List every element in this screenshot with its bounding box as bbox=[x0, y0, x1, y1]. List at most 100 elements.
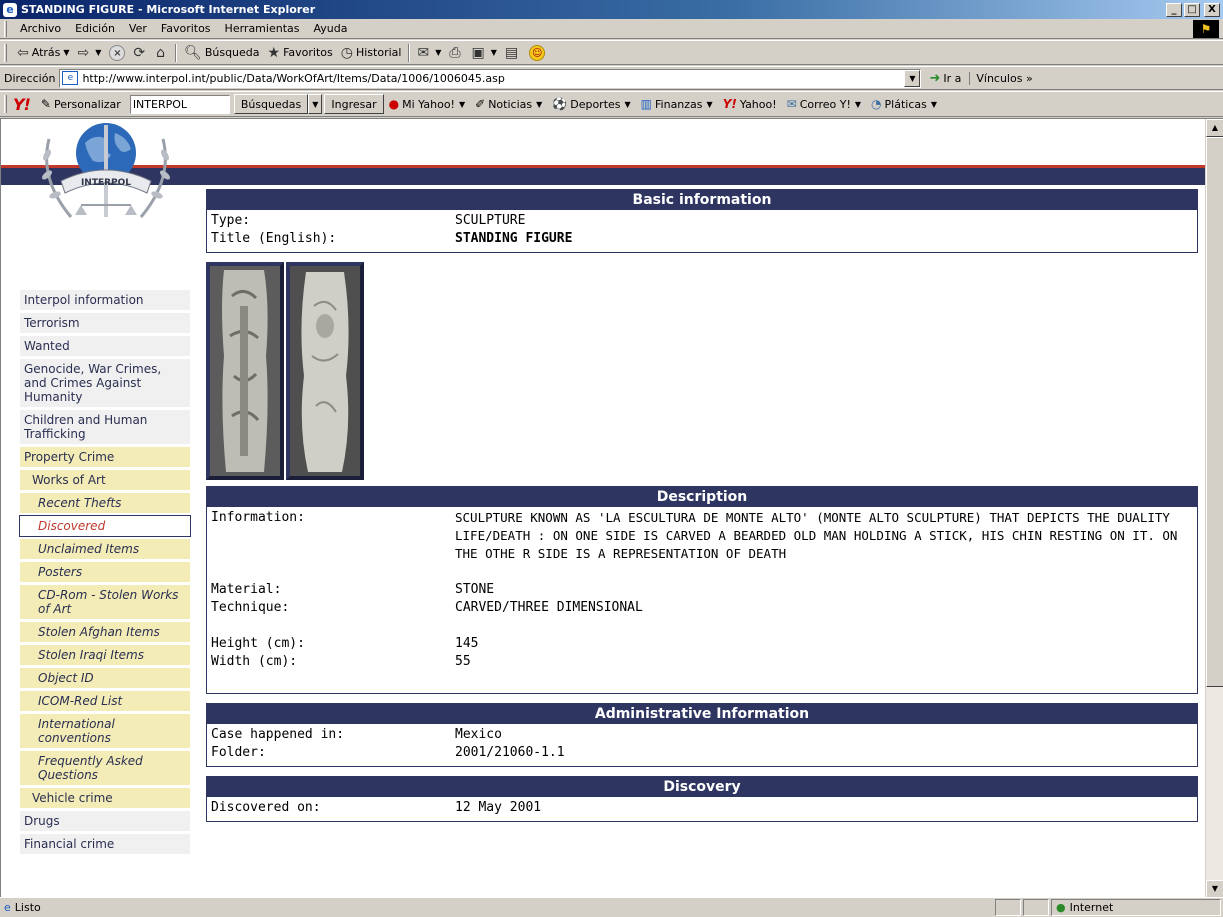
mail-y-label: Correo Y! bbox=[799, 97, 851, 111]
home-button[interactable]: ⌂ bbox=[152, 42, 172, 64]
information-label: Information: bbox=[211, 510, 305, 525]
menu-ayuda[interactable]: Ayuda bbox=[306, 22, 354, 35]
mail-button[interactable]: ✉ ▼ bbox=[413, 42, 445, 64]
envelope-icon: ✉ bbox=[786, 97, 797, 111]
sidebar-item-stolen-afghan-items[interactable]: Stolen Afghan Items bbox=[19, 621, 191, 643]
yahoo-search-dropdown[interactable]: ▼ bbox=[308, 94, 323, 114]
address-url[interactable]: http://www.interpol.int/public/Data/Work… bbox=[82, 72, 904, 85]
signin-button[interactable]: Ingresar bbox=[324, 94, 384, 114]
menu-herramientas[interactable]: Herramientas bbox=[218, 22, 307, 35]
scroll-down-button[interactable]: ▼ bbox=[1206, 880, 1223, 897]
scroll-thumb[interactable] bbox=[1206, 137, 1223, 687]
folder-label: Folder: bbox=[211, 745, 266, 760]
history-icon: ◷ bbox=[340, 44, 353, 61]
search-button[interactable]: 🔍︎ Búsqueda bbox=[180, 42, 263, 64]
technique-label: Technique: bbox=[211, 600, 290, 615]
status-panel-2 bbox=[1023, 899, 1049, 916]
refresh-button[interactable]: ⟳ bbox=[129, 42, 152, 64]
sidebar-item-cd-rom-stolen-works-of-art[interactable]: CD-Rom - Stolen Works of Art bbox=[19, 584, 191, 620]
sidebar-nav: Interpol information Terrorism Wanted Genoc… bbox=[19, 289, 191, 856]
address-input[interactable]: e http://www.interpol.int/public/Data/Wo… bbox=[59, 68, 922, 88]
stop-button[interactable]: × bbox=[105, 42, 129, 64]
discuss-button[interactable]: ▤ bbox=[501, 42, 525, 64]
mail-y-button[interactable]: ✉ Correo Y! ▼ bbox=[782, 97, 866, 111]
yahoo-logo-icon[interactable]: Y! bbox=[13, 95, 31, 114]
sidebar-item-works-of-art[interactable]: Works of Art bbox=[19, 469, 191, 491]
height-label: Height (cm): bbox=[211, 636, 305, 651]
yahoo-search-button[interactable]: Búsquedas bbox=[233, 94, 309, 114]
sports-button[interactable]: ⚽ Deportes ▼ bbox=[547, 97, 635, 111]
news-label: Noticias bbox=[488, 97, 533, 111]
sidebar-item-recent-thefts[interactable]: Recent Thefts bbox=[19, 492, 191, 514]
edit-dropdown-icon[interactable]: ▼ bbox=[491, 48, 497, 57]
chat-button[interactable]: ◔ Pláticas ▼ bbox=[866, 97, 942, 111]
finance-button[interactable]: ▥ Finanzas ▼ bbox=[636, 97, 718, 111]
menu-ver[interactable]: Ver bbox=[122, 22, 154, 35]
pencil-icon: ✎ bbox=[40, 97, 51, 111]
favorites-button[interactable]: ★ Favoritos bbox=[264, 42, 337, 64]
sidebar-item-unclaimed-items[interactable]: Unclaimed Items bbox=[19, 538, 191, 560]
technique-value: CARVED/THREE DIMENSIONAL bbox=[455, 600, 643, 615]
sidebar-item-interpol-information[interactable]: Interpol information bbox=[19, 289, 191, 311]
news-button[interactable]: ✐ Noticias ▼ bbox=[470, 97, 547, 111]
sidebar-item-property-crime[interactable]: Property Crime bbox=[19, 446, 191, 468]
mail-dropdown-icon[interactable]: ▼ bbox=[435, 48, 441, 57]
go-arrow-icon: ➜ bbox=[929, 70, 941, 86]
sidebar-item-drugs[interactable]: Drugs bbox=[19, 810, 191, 832]
maximize-button[interactable]: □ bbox=[1184, 2, 1200, 17]
print-icon: ⎙ bbox=[449, 44, 461, 61]
case-location-value: Mexico bbox=[455, 727, 502, 742]
sculpture-photo-1[interactable] bbox=[206, 262, 284, 480]
vertical-scrollbar[interactable]: ▲ ▼ bbox=[1205, 119, 1223, 897]
go-button[interactable]: ➜ Ir a bbox=[929, 71, 961, 86]
personalize-button[interactable]: ✎ Personalizar bbox=[36, 97, 126, 111]
messenger-button[interactable]: ☺ bbox=[525, 42, 549, 64]
toolbar-grip bbox=[4, 43, 7, 62]
basic-info-section: Basic information Type: SCULPTURE Title (… bbox=[206, 189, 1198, 253]
interpol-logo[interactable]: INTERPOL bbox=[21, 119, 191, 279]
sidebar-item-vehicle-crime[interactable]: Vehicle crime bbox=[19, 787, 191, 809]
admin-info-header: Administrative Information bbox=[207, 704, 1197, 724]
yahoo-home-button[interactable]: Y! Yahoo! bbox=[718, 97, 782, 111]
page-viewport: INTERPOL Interpol information Terrorism Wa… bbox=[0, 118, 1223, 897]
back-button[interactable]: ⇦ Atrás ▼ bbox=[13, 42, 74, 64]
sidebar-item-children-and-human-trafficking[interactable]: Children and Human Trafficking bbox=[19, 409, 191, 445]
sidebar-item-discovered[interactable]: Discovered bbox=[19, 515, 191, 537]
sidebar-item-icom-red-list[interactable]: ICOM-Red List bbox=[19, 690, 191, 712]
links-button[interactable]: Vínculos » bbox=[969, 71, 1033, 85]
sidebar-item-international-conventions[interactable]: International conventions bbox=[19, 713, 191, 749]
sidebar-item-financial-crime[interactable]: Financial crime bbox=[19, 833, 191, 855]
history-button[interactable]: ◷ Historial bbox=[337, 42, 406, 64]
width-label: Width (cm): bbox=[211, 654, 298, 669]
forward-button[interactable]: ⇨ ▼ bbox=[74, 42, 106, 64]
address-dropdown-button[interactable]: ▼ bbox=[904, 69, 921, 87]
menu-favoritos[interactable]: Favoritos bbox=[154, 22, 218, 35]
my-yahoo-button[interactable]: ● Mi Yahoo! ▼ bbox=[384, 97, 470, 111]
sidebar-item-frequently-asked-questions[interactable]: Frequently Asked Questions bbox=[19, 750, 191, 786]
refresh-icon: ⟳ bbox=[133, 44, 146, 61]
sidebar-item-wanted[interactable]: Wanted bbox=[19, 335, 191, 357]
sidebar-item-genocide-war-crimes-and-crimes-against-humanity[interactable]: Genocide, War Crimes, and Crimes Against… bbox=[19, 358, 191, 408]
edit-button[interactable]: ▣ ▼ bbox=[468, 42, 501, 64]
address-label: Dirección bbox=[4, 71, 56, 85]
edit-icon: ▣ bbox=[471, 44, 485, 61]
print-button[interactable]: ⎙ bbox=[445, 42, 467, 64]
sidebar-item-stolen-iraqi-items[interactable]: Stolen Iraqi Items bbox=[19, 644, 191, 666]
menu-archivo[interactable]: Archivo bbox=[13, 22, 68, 35]
page-status-icon: e bbox=[4, 901, 11, 914]
sidebar-item-object-id[interactable]: Object ID bbox=[19, 667, 191, 689]
admin-info-section: Administrative Information Case happened… bbox=[206, 703, 1198, 767]
go-label: Ir a bbox=[943, 71, 962, 85]
menu-edicion[interactable]: Edición bbox=[68, 22, 122, 35]
sidebar-item-terrorism[interactable]: Terrorism bbox=[19, 312, 191, 334]
information-value: SCULPTURE KNOWN AS 'LA ESCULTURA DE MONT… bbox=[455, 510, 1178, 561]
yahoo-search-input[interactable]: INTERPOL bbox=[129, 94, 230, 114]
minimize-button[interactable]: _ bbox=[1166, 2, 1182, 17]
type-label: Type: bbox=[211, 213, 251, 228]
close-button[interactable]: X bbox=[1204, 2, 1220, 17]
forward-dropdown-icon[interactable]: ▼ bbox=[95, 48, 101, 57]
sculpture-photo-2[interactable] bbox=[286, 262, 364, 480]
sidebar-item-posters[interactable]: Posters bbox=[19, 561, 191, 583]
scroll-up-button[interactable]: ▲ bbox=[1206, 119, 1223, 137]
back-dropdown-icon[interactable]: ▼ bbox=[63, 48, 69, 57]
